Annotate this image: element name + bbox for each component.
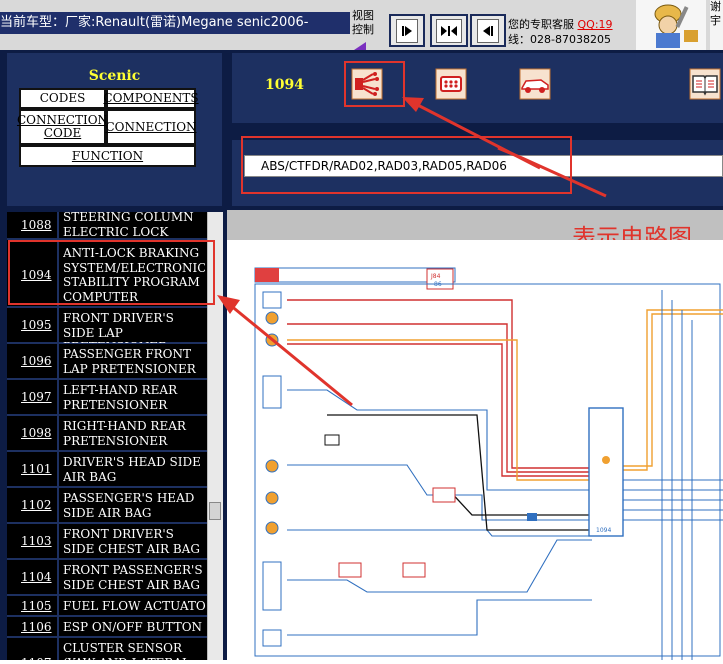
- list-item-1101[interactable]: 1101 DRIVER'S HEAD SIDE AIR BAG: [7, 452, 207, 488]
- list-item-code[interactable]: 1107: [21, 656, 57, 660]
- list-item-name: PASSENGER'S HEAD SIDE AIR BAG: [63, 491, 195, 520]
- support-label: 您的专职客服: [508, 18, 574, 31]
- list-item-1097[interactable]: 1097 LEFT-HAND REAR PRETENSIONER: [7, 380, 207, 416]
- support-qq-link[interactable]: QQ:19: [578, 18, 613, 31]
- highlight-box-connection-field: [241, 136, 572, 194]
- components-button[interactable]: COMPONENTS: [103, 88, 199, 109]
- list-item-name: FRONT DRIVER'S SIDE LAP PRETENSIONER: [63, 311, 174, 343]
- row-divider: [57, 212, 59, 238]
- highlight-box-diagram-icon: [344, 61, 405, 107]
- list-item-1107[interactable]: 1107 CLUSTER SENSOR (YAW AND LATERAL ACC…: [7, 638, 207, 660]
- row-divider: [57, 416, 59, 450]
- expand-icon: [436, 18, 462, 43]
- row-divider: [57, 452, 59, 486]
- view-control-label: 视图 控制: [352, 9, 386, 37]
- connection-code-button[interactable]: CONNECTION CODE: [17, 109, 108, 145]
- right-edge-text: 谢宇: [710, 0, 723, 50]
- vehicle-location-icon[interactable]: [518, 67, 552, 101]
- view-control-triangle-icon: [354, 42, 366, 50]
- list-item-code[interactable]: 1098: [21, 426, 57, 440]
- list-item-code[interactable]: 1102: [21, 498, 57, 512]
- row-divider: [57, 488, 59, 522]
- list-item-code[interactable]: 1088: [21, 218, 57, 232]
- list-item-code[interactable]: 1105: [21, 599, 57, 613]
- list-item-code[interactable]: 1103: [21, 534, 57, 548]
- row-divider: [57, 638, 59, 660]
- selected-code: 1094: [265, 77, 304, 93]
- customer-support: 您的专职客服 QQ:19 线：028-87038205: [508, 17, 636, 47]
- row-divider: [57, 344, 59, 378]
- mascot-logo: [636, 0, 706, 50]
- list-item-1098[interactable]: 1098 RIGHT-HAND REAR PRETENSIONER: [7, 416, 207, 452]
- list-item-name: FRONT PASSENGER'S SIDE CHEST AIR BAG: [63, 563, 203, 592]
- row-divider: [57, 308, 59, 342]
- highlight-box-selected-row: [8, 240, 215, 305]
- row-divider: [57, 617, 59, 636]
- list-item-name: STEERING COLUMN ELECTRIC LOCK: [63, 212, 194, 239]
- list-item-name: CLUSTER SENSOR (YAW AND LATERAL ACCEL: [63, 641, 190, 660]
- book-icon[interactable]: [688, 67, 722, 101]
- connection-button[interactable]: CONNECTION: [105, 109, 197, 145]
- list-item-1106[interactable]: 1106 ESP ON/OFF BUTTON: [7, 617, 207, 638]
- support-phone: 线：028-87038205: [508, 33, 611, 46]
- list-item-1104[interactable]: 1104 FRONT PASSENGER'S SIDE CHEST AIR BA…: [7, 560, 207, 596]
- list-item-name: DRIVER'S HEAD SIDE AIR BAG: [63, 455, 201, 484]
- list-item-name: RIGHT-HAND REAR PRETENSIONER: [63, 419, 186, 448]
- function-button[interactable]: FUNCTION: [19, 145, 196, 167]
- back-icon: [477, 18, 499, 43]
- list-item-1095[interactable]: 1095 FRONT DRIVER'S SIDE LAP PRETENSIONE…: [7, 308, 207, 344]
- list-item-name: LEFT-HAND REAR PRETENSIONER: [63, 383, 178, 412]
- back-button[interactable]: [470, 14, 506, 47]
- expand-button[interactable]: [430, 14, 468, 47]
- list-item-code[interactable]: 1096: [21, 354, 57, 368]
- toolbar-band: [232, 53, 723, 123]
- list-item-1096[interactable]: 1096 PASSENGER FRONT LAP PRETENSIONER: [7, 344, 207, 380]
- forward-button[interactable]: [389, 14, 425, 47]
- wiring-diagram[interactable]: J84 86 1094: [227, 240, 723, 660]
- row-divider: [57, 596, 59, 615]
- ecu-label: 1094: [596, 527, 611, 534]
- diagram-ref-label: J84: [430, 273, 441, 280]
- model-title: Scenic: [88, 68, 141, 84]
- connector-icon[interactable]: [434, 67, 468, 101]
- list-item-1102[interactable]: 1102 PASSENGER'S HEAD SIDE AIR BAG: [7, 488, 207, 524]
- list-item-code[interactable]: 1106: [21, 620, 57, 634]
- list-item-name: FUEL FLOW ACTUATOR: [63, 599, 205, 613]
- list-item-code[interactable]: 1097: [21, 390, 57, 404]
- list-item-code[interactable]: 1095: [21, 318, 57, 332]
- list-item-code[interactable]: 1101: [21, 462, 57, 476]
- list-item-name: PASSENGER FRONT LAP PRETENSIONER: [63, 347, 196, 376]
- ecu-module[interactable]: [588, 407, 624, 537]
- list-item-name: ESP ON/OFF BUTTON: [63, 620, 203, 634]
- row-divider: [57, 380, 59, 414]
- list-item-name: FRONT DRIVER'S SIDE CHEST AIR BAG: [63, 527, 200, 556]
- view-control-line2: 控制: [352, 23, 374, 36]
- current-car-model: 当前车型：厂家:Renault(雷诺)Megane senic2006-: [0, 12, 350, 34]
- list-item-1103[interactable]: 1103 FRONT DRIVER'S SIDE CHEST AIR BAG: [7, 524, 207, 560]
- view-control-line1: 视图: [352, 9, 374, 22]
- list-item-1088[interactable]: 1088 STEERING COLUMN ELECTRIC LOCK: [7, 212, 207, 240]
- forward-icon: [396, 18, 418, 43]
- row-divider: [57, 524, 59, 558]
- list-item-1105[interactable]: 1105 FUEL FLOW ACTUATOR: [7, 596, 207, 617]
- list-item-code[interactable]: 1104: [21, 570, 57, 584]
- row-divider: [57, 560, 59, 594]
- scrollbar-thumb[interactable]: [209, 502, 221, 520]
- codes-button[interactable]: CODES: [19, 88, 106, 109]
